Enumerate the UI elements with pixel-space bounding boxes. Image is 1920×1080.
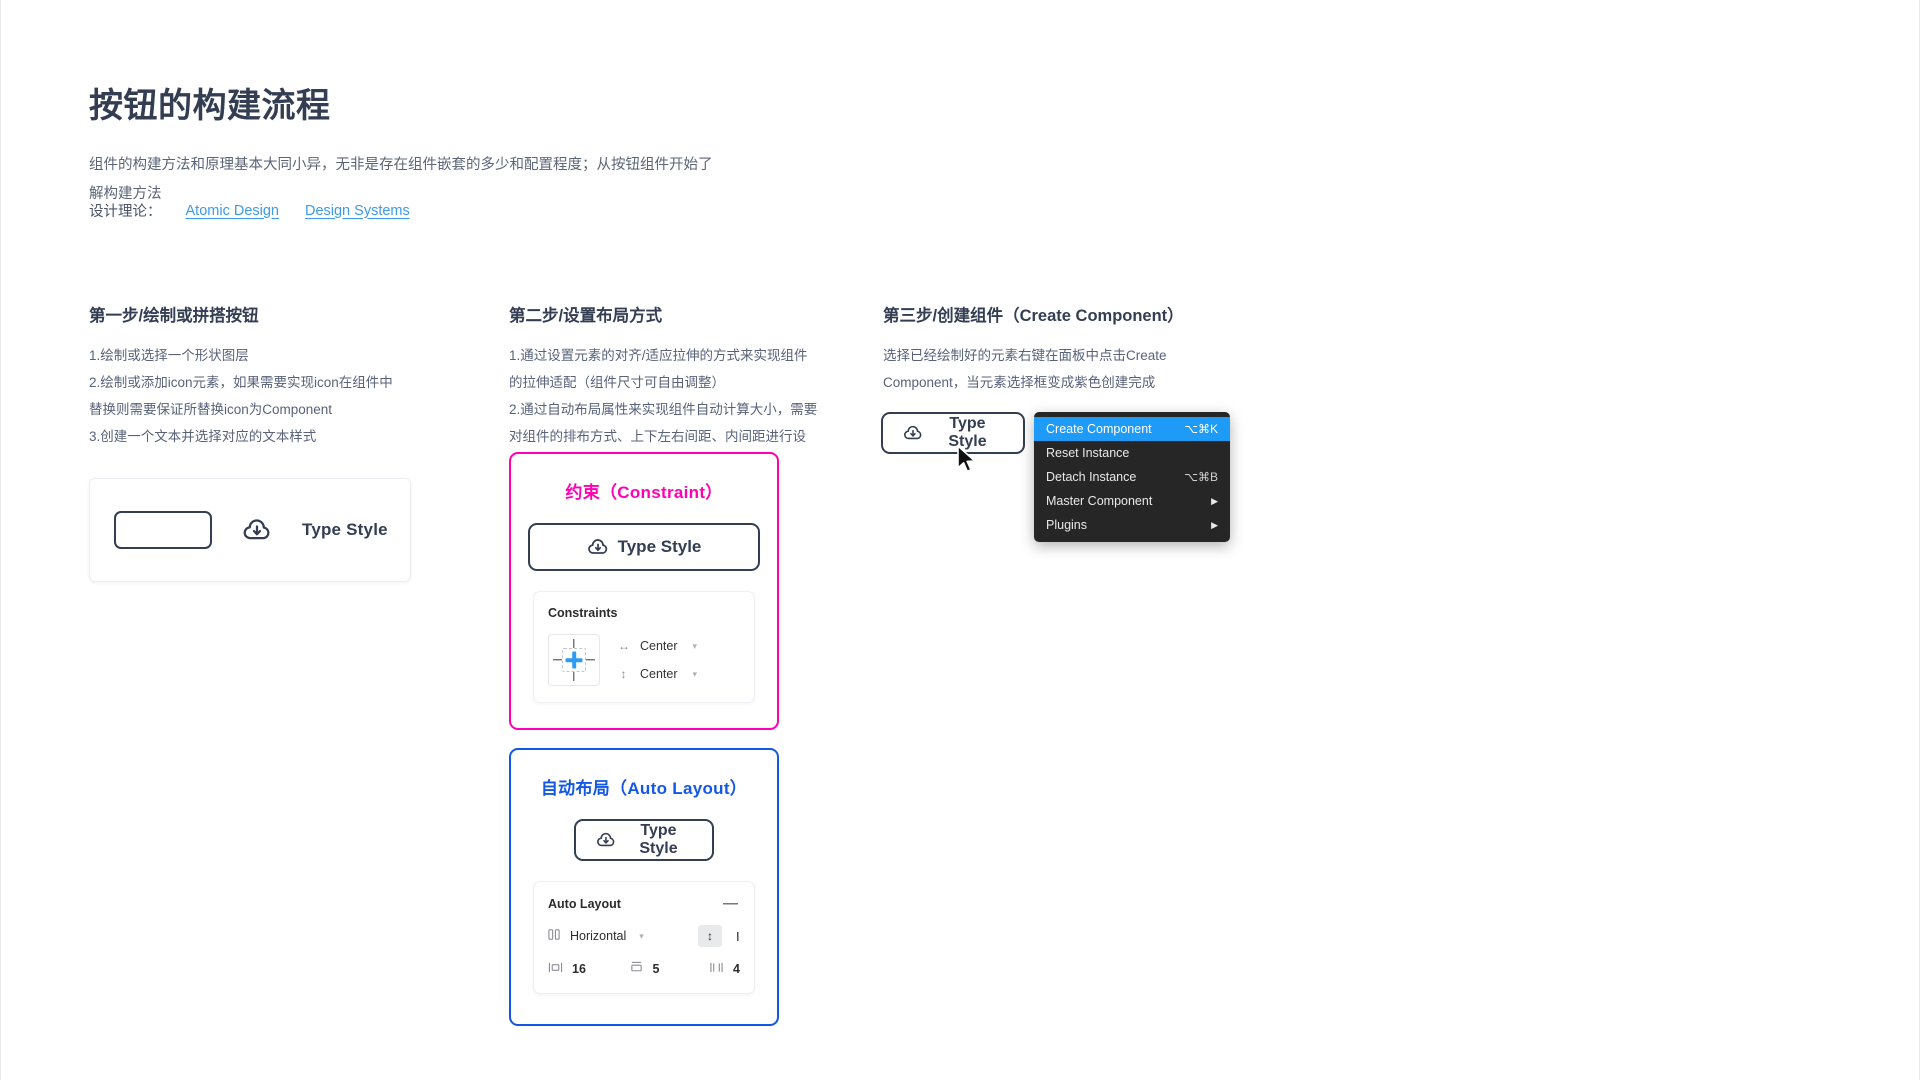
constraint-plus-icon [572,651,576,669]
step1-body: 1.绘制或选择一个形状图层 2.绘制或添加icon元素，如果需要实现icon在组… [89,348,393,445]
constraints-panel-header: Constraints [548,606,740,620]
cloud-download-icon [242,515,272,545]
vertical-arrows-icon: ↕ [620,667,627,681]
constraint-type-style-button[interactable]: Type Style [528,523,760,571]
autolayout-inspector-panel: Auto Layout — Horizontal ▾ ↕ I 16 5 4 [533,881,755,994]
context-menu-item-label: Reset Instance [1046,446,1130,460]
constraint-tick-bottom-icon[interactable] [573,672,575,681]
collapse-icon[interactable]: — [721,896,740,911]
cloud-download-icon [587,536,609,558]
constraint-card: 约束（Constraint） Type Style Constraints ↔ … [509,452,779,730]
context-menu-item-shortcut: ⌥⌘B [1184,470,1218,484]
constraints-widget[interactable] [548,634,600,686]
step1-title: 第一步/绘制或拼搭按钮 [89,307,259,325]
autolayout-button-row: Type Style [511,819,777,861]
context-menu-item-reset-instance[interactable]: Reset Instance [1034,441,1230,465]
step1-type-style-label: Type Style [302,520,388,539]
constraints-panel-title: Constraints [548,606,618,620]
step3-button-label: Type Style [948,415,987,450]
step3-title: 第三步/创建组件（Create Component） [883,307,1184,325]
step3-body: 选择已经绘制好的元素右键在面板中点击Create Component，当元素选择… [883,348,1167,391]
context-menu-item-label: Master Component [1046,494,1153,508]
step1-demo-panel: Type Style [89,478,411,582]
page-root: 按钮的构建流程 组件的构建方法和原理基本大同小异，无非是存在组件嵌套的多少和配置… [0,0,1920,1080]
design-theory-label: 设计理论： [89,204,162,220]
shape-layer-rect [114,511,212,549]
column-step-1: 第一步/绘制或拼搭按钮 1.绘制或选择一个形状图层 2.绘制或添加icon元素，… [89,305,449,450]
horizontal-arrows-icon: ↔ [618,639,630,653]
context-menu: Create Component ⌥⌘K Reset Instance Deta… [1034,412,1230,542]
autolayout-vertical-padding[interactable]: 5 [629,961,710,977]
autolayout-card: 自动布局（Auto Layout） Type Style Auto Layout… [509,748,779,1026]
autolayout-horizontal-padding-value: 4 [733,962,740,976]
context-menu-item-detach-instance[interactable]: Detach Instance ⌥⌘B [1034,465,1230,489]
context-menu-item-label: Plugins [1046,518,1087,532]
padding-vertical-icon [629,961,644,977]
constraint-tick-right-icon[interactable] [586,659,595,661]
page-title: 按钮的构建流程 [89,86,331,125]
constraints-control-row: ↔ Center ▾ ↕ Center ▾ [548,634,740,686]
autolayout-button-label: Type Style [639,822,678,857]
context-menu-item-plugins[interactable]: Plugins ▶ [1034,513,1230,537]
context-menu-item-create-component[interactable]: Create Component ⌥⌘K [1034,417,1230,441]
chevron-down-icon[interactable]: ▾ [639,931,644,942]
autolayout-direction-row: Horizontal ▾ ↕ I [548,925,740,947]
autolayout-panel-title: Auto Layout [548,896,621,911]
autolayout-spacing-row: 16 5 4 [548,961,740,977]
constraint-vertical-value: Center [640,667,678,681]
chevron-right-icon: ▶ [1211,519,1218,530]
cloud-download-icon [596,830,616,850]
autolayout-direction-value: Horizontal [570,929,627,943]
autolayout-vertical-resize-toggle[interactable]: ↕ [698,925,722,947]
context-menu-item-master-component[interactable]: Master Component ▶ [1034,489,1230,513]
spacing-between-icon [548,961,563,977]
constraint-horizontal-field[interactable]: ↔ Center ▾ [618,639,697,653]
context-menu-item-shortcut: ⌥⌘K [1184,422,1218,436]
context-menu-item-label: Detach Instance [1046,470,1137,484]
constraint-vertical-field[interactable]: ↕ Center ▾ [618,667,698,681]
chevron-down-icon[interactable]: ▾ [693,669,698,680]
step2-title: 第二步/设置布局方式 [509,307,663,325]
constraint-button-row: Type Style [511,523,777,571]
autolayout-item-spacing-value: 16 [572,962,586,976]
constraint-horizontal-value: Center [640,639,678,653]
autolayout-horizontal-padding[interactable]: 4 [709,961,740,977]
constraint-tick-top-icon[interactable] [573,639,575,648]
padding-horizontal-icon [709,961,724,977]
cloud-download-icon [903,423,923,443]
columns-icon [548,928,561,944]
design-theory-row: 设计理论： Atomic Design Design Systems [89,200,422,221]
chevron-down-icon[interactable]: ▾ [693,641,698,652]
link-design-systems[interactable]: Design Systems [305,203,410,219]
step3-type-style-button[interactable]: Type Style [881,412,1025,454]
autolayout-direction-select[interactable]: Horizontal ▾ [548,928,698,944]
constraint-card-title: 约束（Constraint） [565,483,723,502]
autolayout-vertical-padding-value: 5 [652,962,660,976]
autolayout-card-title: 自动布局（Auto Layout） [540,779,748,798]
constraint-tick-left-icon[interactable] [553,659,562,661]
text-cursor-icon[interactable]: I [736,929,740,944]
constraint-button-label: Type Style [617,537,702,556]
link-atomic-design[interactable]: Atomic Design [186,203,279,219]
chevron-right-icon: ▶ [1211,495,1218,506]
constraints-fields: ↔ Center ▾ ↕ Center ▾ [618,639,697,681]
autolayout-panel-header: Auto Layout — [548,896,740,911]
constraints-inspector-panel: Constraints ↔ Center ▾ ↕ Center ▾ [533,591,755,703]
autolayout-type-style-button[interactable]: Type Style [574,819,714,861]
column-step-3: 第三步/创建组件（Create Component） 选择已经绘制好的元素右键在… [883,305,1263,396]
context-menu-item-label: Create Component [1046,422,1152,436]
autolayout-item-spacing[interactable]: 16 [548,961,629,977]
